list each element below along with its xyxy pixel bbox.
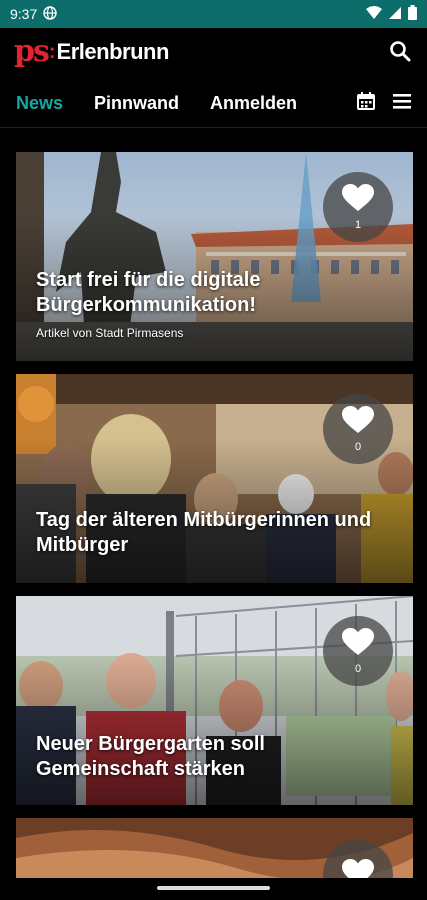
logo-mark: ps: [14, 34, 50, 69]
logo-colon: :: [48, 40, 56, 63]
heart-icon: [342, 405, 374, 439]
article-title: Neuer Bürgergarten soll Gemeinschaft stä…: [36, 733, 265, 780]
search-icon[interactable]: [389, 40, 413, 64]
heart-icon: [342, 858, 374, 878]
like-count: 0: [354, 440, 362, 453]
tab-anmelden[interactable]: Anmelden: [210, 93, 297, 114]
article-title: Start frei für die digitale Bürgerkommun…: [36, 269, 261, 316]
tab-pinnwand[interactable]: Pinnwand: [94, 93, 179, 114]
heart-icon: [342, 183, 374, 217]
status-bar: 9:37: [0, 0, 427, 28]
article-card[interactable]: 0 Neuer Bürgergarten soll Gemeinschaft s…: [16, 596, 413, 805]
wifi-icon: [366, 5, 382, 23]
article-card[interactable]: [16, 818, 413, 878]
article-byline: Artikel von Stadt Pirmasens: [36, 326, 184, 340]
like-count: 0: [354, 662, 362, 675]
town-name: Erlenbrunn: [56, 39, 170, 64]
article-title: Tag der älteren Mitbürgerinnen und Mitbü…: [36, 509, 372, 556]
status-time: 9:37: [10, 6, 38, 22]
heart-icon: [342, 627, 374, 661]
article-card[interactable]: 1 Start frei für die digitale Bürgerkomm…: [16, 152, 413, 361]
like-button[interactable]: 0: [323, 394, 393, 464]
tab-news[interactable]: News: [16, 93, 63, 114]
like-button[interactable]: 0: [323, 616, 393, 686]
like-button[interactable]: 1: [323, 172, 393, 242]
battery-icon: [408, 5, 417, 23]
gesture-bar[interactable]: [157, 886, 270, 890]
tab-bar: News Pinnwand Anmelden: [0, 80, 427, 128]
signal-icon: [388, 6, 402, 23]
like-count: 1: [354, 218, 362, 231]
menu-icon[interactable]: [393, 93, 411, 114]
app-logo[interactable]: ps : Erlenbrunn: [14, 37, 169, 67]
calendar-icon[interactable]: [357, 92, 375, 115]
globe-icon: [43, 5, 57, 23]
app-bar: ps : Erlenbrunn: [0, 28, 427, 76]
news-feed: 1 Start frei für die digitale Bürgerkomm…: [16, 152, 413, 891]
article-card[interactable]: 0 Tag der älteren Mitbürgerinnen und Mit…: [16, 374, 413, 583]
